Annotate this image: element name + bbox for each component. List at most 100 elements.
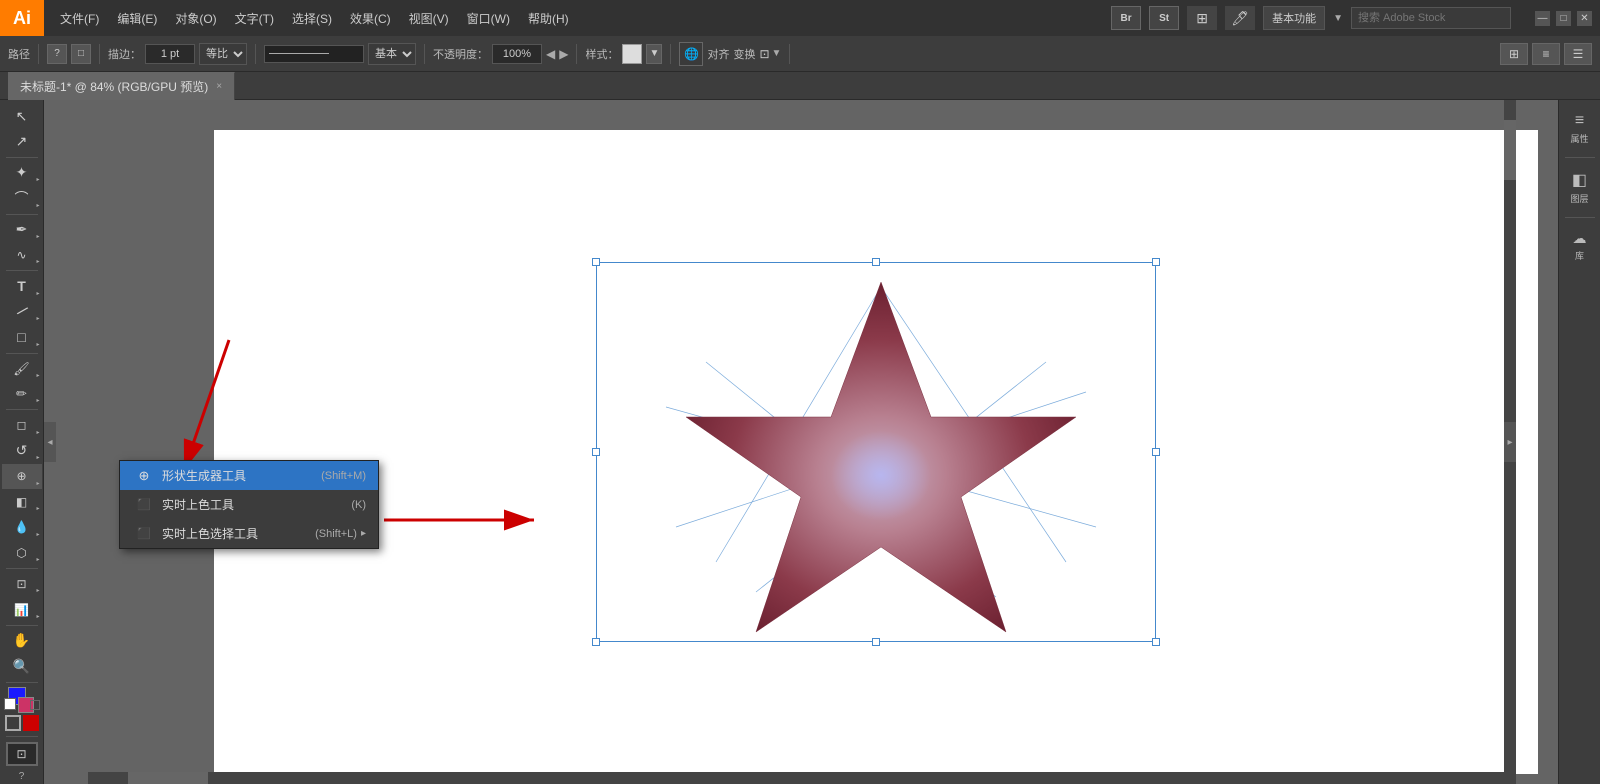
zoom-icon: 🔍 bbox=[13, 658, 30, 675]
tool-lasso[interactable]: ⌒▸ bbox=[2, 186, 42, 210]
handle-ml[interactable] bbox=[592, 448, 600, 456]
shape-builder-menu-icon: ⊕ bbox=[132, 468, 156, 484]
transform-label[interactable]: 变换 bbox=[733, 46, 755, 62]
menu-type[interactable]: 文字(T) bbox=[227, 6, 282, 31]
tool-paintbrush[interactable]: 🖌▸ bbox=[2, 356, 42, 380]
tab-close-btn[interactable]: × bbox=[216, 81, 222, 92]
v-scroll-thumb[interactable] bbox=[1504, 120, 1516, 180]
mode-buttons bbox=[5, 715, 39, 731]
workspace-selector[interactable]: 基本功能 bbox=[1263, 6, 1325, 30]
menu-file[interactable]: 文件(F) bbox=[52, 6, 107, 31]
right-panel-divider-2 bbox=[1565, 217, 1595, 218]
tool-rect[interactable]: □▸ bbox=[2, 325, 42, 349]
handle-bc[interactable] bbox=[872, 638, 880, 646]
right-collapse-btn[interactable]: ▸ bbox=[1504, 422, 1516, 462]
mask-mode-btn[interactable] bbox=[23, 715, 39, 731]
toggle-panels-btn[interactable]: ⊞ bbox=[1500, 43, 1528, 65]
menu-help[interactable]: 帮助(H) bbox=[520, 6, 577, 31]
menu-window[interactable]: 窗口(W) bbox=[459, 6, 518, 31]
handle-tc[interactable] bbox=[872, 258, 880, 266]
br-button[interactable]: Br bbox=[1111, 6, 1141, 30]
line-type-select[interactable]: 基本 bbox=[368, 43, 416, 65]
swap-colors-icon[interactable] bbox=[30, 700, 40, 710]
main-layout: ↖ ↗ ✦▸ ⌒▸ ✒▸ ∿▸ T▸ /▸ □▸ 🖌▸ ✏▸ ◻▸ ↺▸ ⊕▸ … bbox=[0, 100, 1600, 784]
tool-eyedropper[interactable]: 💧▸ bbox=[2, 515, 42, 539]
menu-view[interactable]: 视图(V) bbox=[401, 6, 457, 31]
tool-zoom[interactable]: 🔍 bbox=[2, 654, 42, 678]
transform-extra[interactable]: ⊡ ▼ bbox=[759, 47, 781, 61]
document-tab[interactable]: 未标题-1* @ 84% (RGB/GPU 预览) × bbox=[8, 72, 235, 100]
live-paint-menu-icon: ⬛ bbox=[132, 498, 156, 511]
globe-icon[interactable]: 🌐 bbox=[679, 42, 703, 66]
left-collapse-btn[interactable]: ◂ bbox=[44, 422, 56, 462]
layers-panel-btn[interactable]: ◧ 图层 bbox=[1566, 166, 1592, 209]
search-input[interactable] bbox=[1351, 7, 1511, 29]
shape-selector[interactable]: ? bbox=[47, 44, 67, 64]
handle-mr[interactable] bbox=[1152, 448, 1160, 456]
more-panels-btn[interactable]: ☰ bbox=[1564, 43, 1592, 65]
opacity-value[interactable] bbox=[492, 44, 542, 64]
default-colors-icon[interactable] bbox=[4, 698, 16, 710]
style-color-box[interactable] bbox=[622, 44, 642, 64]
star-wrapper bbox=[596, 262, 1156, 642]
tool-divider-8 bbox=[6, 682, 38, 683]
stroke-line-preview[interactable] bbox=[264, 45, 364, 63]
align-label[interactable]: 对齐 bbox=[707, 46, 729, 62]
handle-tr[interactable] bbox=[1152, 258, 1160, 266]
arrange-panels-btn[interactable]: ≡ bbox=[1532, 43, 1560, 65]
tool-eraser[interactable]: ◻▸ bbox=[2, 413, 42, 437]
close-button[interactable]: ✕ bbox=[1577, 11, 1592, 26]
arrange-icon[interactable]: ⊞ bbox=[1187, 6, 1217, 30]
help-btn[interactable]: ? bbox=[19, 771, 25, 782]
menu-effect[interactable]: 效果(C) bbox=[342, 6, 399, 31]
tool-artboard[interactable]: ⊡▸ bbox=[2, 572, 42, 596]
handle-br[interactable] bbox=[1152, 638, 1160, 646]
properties-panel-btn[interactable]: ≡ 属性 bbox=[1566, 108, 1592, 149]
handle-tl[interactable] bbox=[592, 258, 600, 266]
tool-direct-select[interactable]: ↗ bbox=[2, 129, 42, 153]
star-container bbox=[214, 130, 1538, 774]
stroke-value[interactable] bbox=[145, 44, 195, 64]
tool-select[interactable]: ↖ bbox=[2, 104, 42, 128]
blend-icon: ⬡ bbox=[16, 546, 26, 560]
minimize-button[interactable]: — bbox=[1535, 11, 1550, 26]
normal-mode-btn[interactable] bbox=[5, 715, 21, 731]
tool-blend[interactable]: ⬡▸ bbox=[2, 541, 42, 565]
libraries-panel-btn[interactable]: ☁ 库 bbox=[1569, 226, 1591, 266]
tool-arrow-pencil: ▸ bbox=[36, 397, 39, 404]
tool-graph[interactable]: 📊▸ bbox=[2, 597, 42, 621]
workspace-dropdown-arrow[interactable]: ▼ bbox=[1333, 13, 1343, 24]
tool-rotate[interactable]: ↺▸ bbox=[2, 439, 42, 463]
menu-edit[interactable]: 编辑(E) bbox=[109, 6, 165, 31]
screen-mode-btn[interactable]: ⊡ bbox=[6, 742, 38, 766]
stroke-type-select[interactable]: 等比 bbox=[199, 43, 247, 65]
opacity-arrow-right[interactable]: ▶ bbox=[559, 47, 568, 61]
ctx-item-live-paint[interactable]: ⬛ 实时上色工具 (K) bbox=[120, 490, 378, 519]
tool-hand[interactable]: ✋ bbox=[2, 629, 42, 653]
st-button[interactable]: St bbox=[1149, 6, 1179, 30]
ctx-item-live-paint-select[interactable]: ⬛ 实时上色选择工具 (Shift+L) ▸ bbox=[120, 519, 378, 548]
canvas-area[interactable]: ⊕ 形状生成器工具 (Shift+M) ⬛ 实时上色工具 (K) ⬛ 实时上色选… bbox=[44, 100, 1558, 784]
tool-pen[interactable]: ✒▸ bbox=[2, 217, 42, 241]
brush-icon[interactable]: 🖊 bbox=[1225, 6, 1255, 30]
opacity-arrow-left[interactable]: ◀ bbox=[546, 47, 555, 61]
ctx-item-shape-builder[interactable]: ⊕ 形状生成器工具 (Shift+M) bbox=[120, 461, 378, 490]
tool-shape-builder[interactable]: ⊕▸ bbox=[2, 464, 42, 488]
tool-line[interactable]: /▸ bbox=[2, 300, 42, 324]
tool-pencil[interactable]: ✏▸ bbox=[2, 382, 42, 406]
tool-curvature[interactable]: ∿▸ bbox=[2, 243, 42, 267]
tool-gradient[interactable]: ◧▸ bbox=[2, 490, 42, 514]
tool-type[interactable]: T▸ bbox=[2, 274, 42, 298]
tool-magic-wand[interactable]: ✦▸ bbox=[2, 161, 42, 185]
handle-bl[interactable] bbox=[592, 638, 600, 646]
type-icon: T bbox=[17, 278, 26, 294]
menu-select[interactable]: 选择(S) bbox=[284, 6, 340, 31]
direct-select-icon: ↗ bbox=[16, 133, 28, 150]
star-svg bbox=[596, 262, 1156, 642]
menu-object[interactable]: 对象(O) bbox=[167, 6, 224, 31]
h-scrollbar[interactable] bbox=[88, 772, 1516, 784]
stroke-selector[interactable]: □ bbox=[71, 44, 91, 64]
style-arrow[interactable]: ▼ bbox=[646, 44, 662, 64]
maximize-button[interactable]: □ bbox=[1556, 11, 1571, 26]
h-scroll-thumb[interactable] bbox=[128, 772, 208, 784]
